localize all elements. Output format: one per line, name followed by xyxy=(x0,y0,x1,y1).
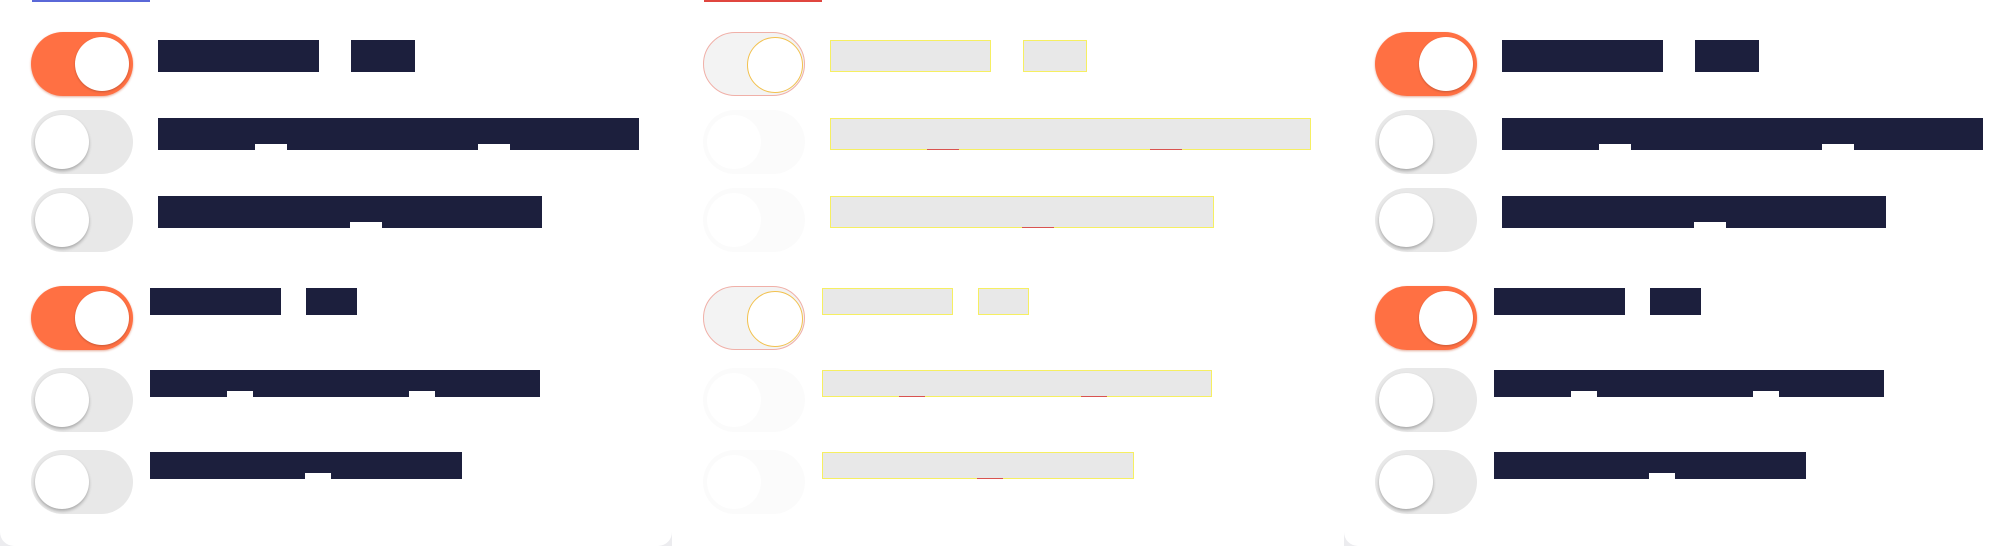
label-skeleton xyxy=(822,288,1029,315)
toggle-label xyxy=(1494,288,1701,315)
toggle-switch[interactable] xyxy=(31,368,133,432)
toggle-switch[interactable] xyxy=(31,286,133,350)
toggle-knob xyxy=(35,455,89,509)
label-skeleton xyxy=(830,40,1087,72)
toggle-switch[interactable] xyxy=(1375,368,1477,432)
toggle-knob xyxy=(1419,37,1473,91)
toggle-knob xyxy=(747,291,803,347)
toggle-panel-3 xyxy=(1344,0,2016,546)
toggle-knob xyxy=(35,373,89,427)
toggle-label xyxy=(150,452,462,479)
toggle-switch-placeholder xyxy=(703,32,805,96)
toggle-label xyxy=(1502,40,1759,72)
toggle-knob xyxy=(75,291,129,345)
toggle-knob xyxy=(1379,193,1433,247)
toggle-knob xyxy=(75,37,129,91)
toggle-switch[interactable] xyxy=(1375,32,1477,96)
toggle-label xyxy=(1502,196,1886,228)
toggle-switch-placeholder xyxy=(703,368,805,432)
toggle-label xyxy=(150,370,540,397)
toggle-knob xyxy=(707,373,761,427)
toggle-panel-1 xyxy=(0,0,672,546)
toggle-switch[interactable] xyxy=(31,450,133,514)
label-skeleton xyxy=(830,196,1214,228)
toggle-switch[interactable] xyxy=(31,188,133,252)
tab-indicator xyxy=(32,0,150,2)
toggle-switch[interactable] xyxy=(1375,110,1477,174)
toggle-switch[interactable] xyxy=(1375,286,1477,350)
toggle-knob xyxy=(35,115,89,169)
toggle-label xyxy=(158,118,639,150)
toggle-label xyxy=(1502,118,1983,150)
tab-indicator xyxy=(704,0,822,2)
toggle-knob xyxy=(35,193,89,247)
label-skeleton xyxy=(822,452,1134,479)
toggle-knob xyxy=(1379,373,1433,427)
toggle-switch[interactable] xyxy=(31,110,133,174)
label-skeleton xyxy=(822,370,1212,397)
toggle-switch[interactable] xyxy=(31,32,133,96)
toggle-switch[interactable] xyxy=(1375,188,1477,252)
toggle-label xyxy=(150,288,357,315)
toggle-label xyxy=(158,196,542,228)
toggle-switch-placeholder xyxy=(703,110,805,174)
toggle-switch-placeholder xyxy=(703,450,805,514)
toggle-label xyxy=(1494,370,1884,397)
toggle-label xyxy=(1494,452,1806,479)
toggle-label xyxy=(158,40,415,72)
toggle-knob xyxy=(1379,455,1433,509)
toggle-knob xyxy=(707,455,761,509)
toggle-knob xyxy=(707,115,761,169)
toggle-knob xyxy=(707,193,761,247)
toggle-knob xyxy=(1379,115,1433,169)
toggle-knob xyxy=(1419,291,1473,345)
toggle-switch-placeholder xyxy=(703,286,805,350)
toggle-switch-placeholder xyxy=(703,188,805,252)
toggle-knob xyxy=(747,37,803,93)
label-skeleton xyxy=(830,118,1311,150)
toggle-panel-2-loading xyxy=(672,0,1344,546)
toggle-switch[interactable] xyxy=(1375,450,1477,514)
